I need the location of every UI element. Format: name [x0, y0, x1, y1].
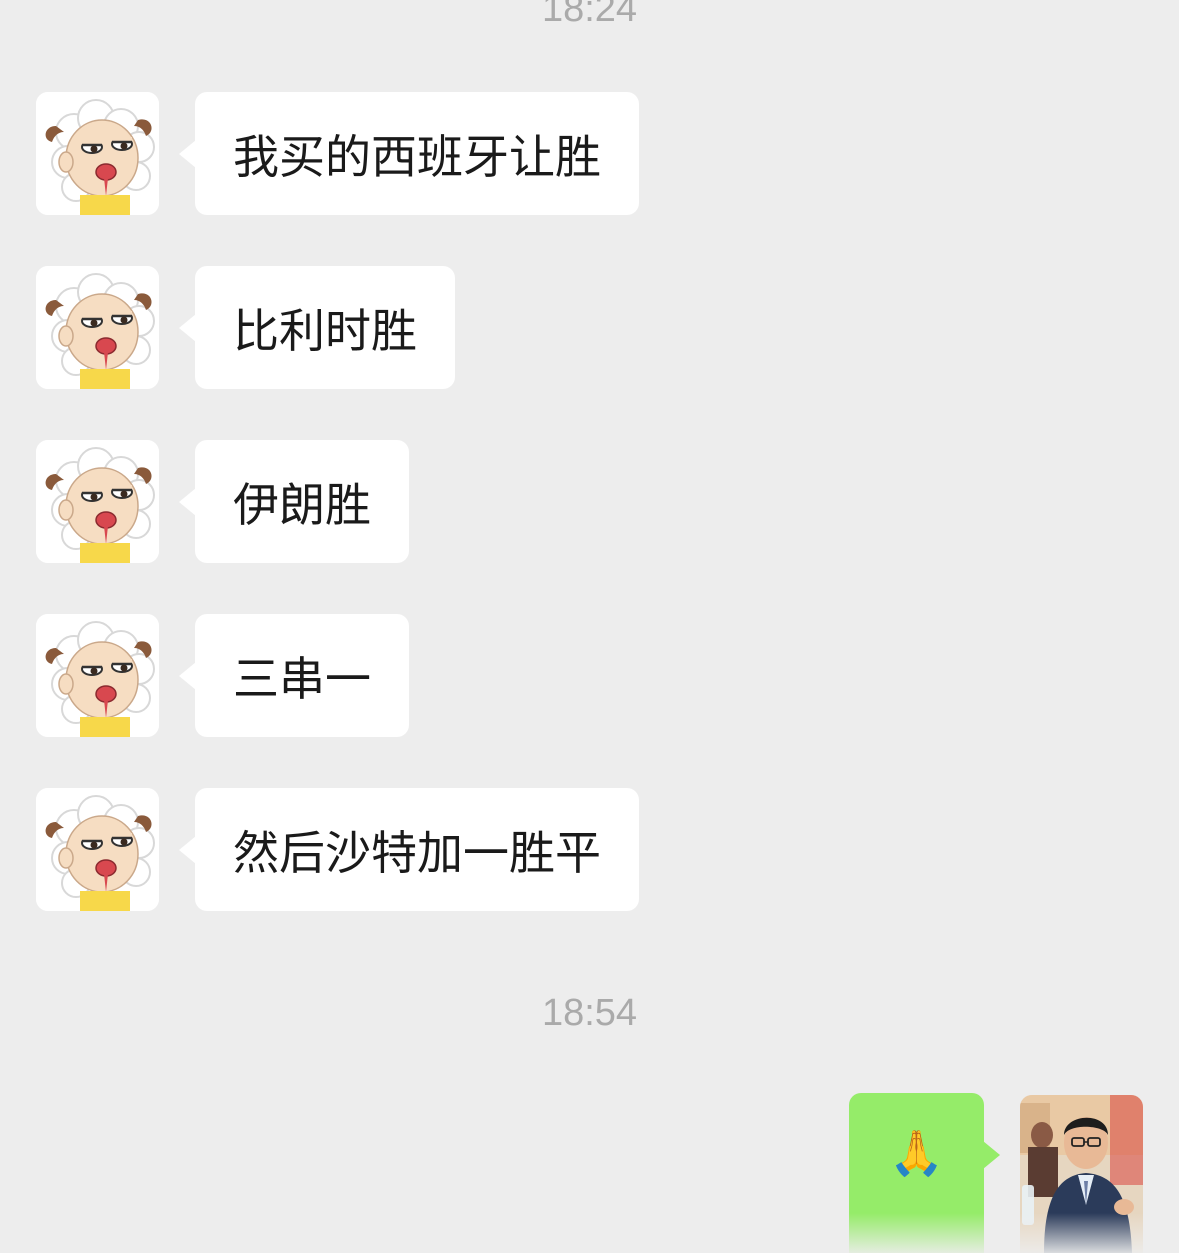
sheep-avatar-icon[interactable] — [36, 92, 159, 215]
sheep-avatar-icon[interactable] — [36, 266, 159, 389]
timestamp-1824: 18:24 — [541, 0, 638, 30]
message-row: 三串一 — [0, 614, 1179, 738]
message-bubble[interactable]: 然后沙特加一胜平 — [179, 788, 639, 911]
message-row: 比利时胜 — [0, 266, 1179, 390]
message-row: 我买的西班牙让胜 — [0, 92, 1179, 216]
sheep-avatar-icon[interactable] — [36, 614, 159, 737]
message-bubble[interactable]: 伊朗胜 — [179, 440, 409, 563]
bottom-fade — [0, 1213, 1179, 1253]
message-bubble[interactable]: 比利时胜 — [179, 266, 455, 389]
sheep-avatar-icon[interactable] — [36, 788, 159, 911]
sheep-avatar-icon[interactable] — [36, 440, 159, 563]
message-bubble[interactable]: 我买的西班牙让胜 — [179, 92, 639, 215]
message-row: 伊朗胜 — [0, 440, 1179, 564]
timestamp-1854: 18:54 — [541, 992, 638, 1034]
message-bubble[interactable]: 三串一 — [179, 614, 409, 737]
message-row: 然后沙特加一胜平 — [0, 788, 1179, 912]
